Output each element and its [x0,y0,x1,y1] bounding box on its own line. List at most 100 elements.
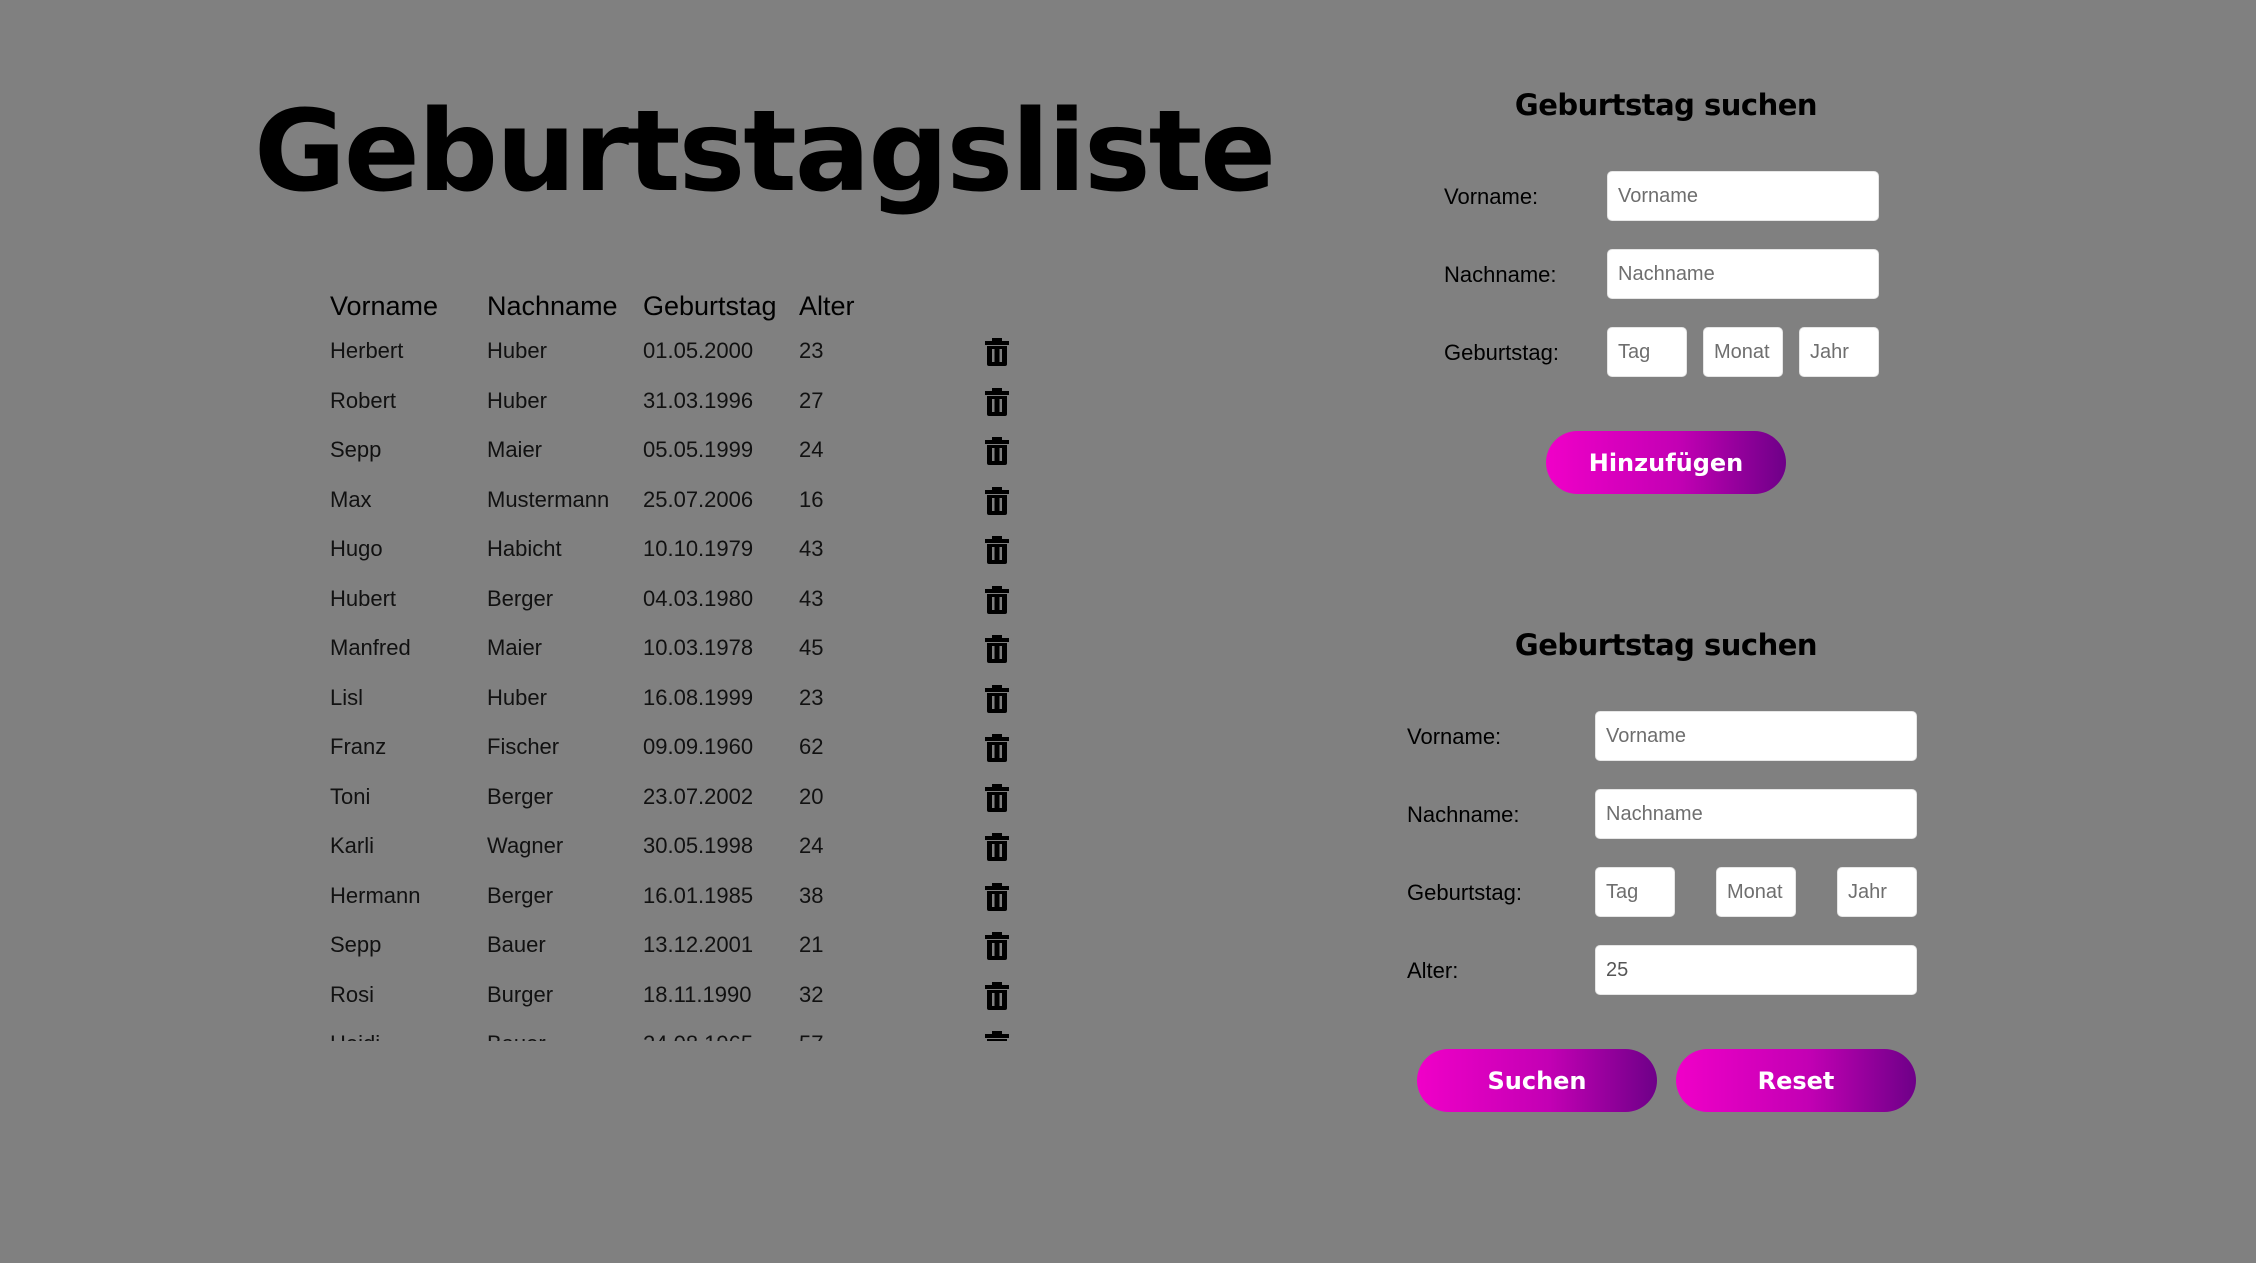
cell-nachname: Huber [487,387,547,413]
add-vorname-label: Vorname: [1444,184,1539,209]
cell-geburtstag: 18.11.1990 [643,981,752,1007]
cell-vorname: Hubert [330,585,397,611]
cell-vorname: Manfred [330,635,411,660]
search-alter-label: Alter: [1407,958,1459,983]
cell-nachname: Huber [487,338,547,363]
trash-icon[interactable] [984,437,1010,465]
trash-icon[interactable] [984,338,1010,366]
birthday-list[interactable]: Vorname Nachname Geburtstag Alter Herber… [330,286,1050,1041]
cell-nachname: Habicht [487,536,562,561]
cell-alter: 45 [799,635,824,660]
cell-alter: 23 [799,338,824,363]
trash-icon[interactable] [984,734,1010,762]
cell-nachname: Berger [487,585,554,611]
trash-icon[interactable] [984,486,1010,515]
cell-nachname: Maier [487,635,543,660]
cell-alter: 57 [799,1019,823,1041]
cell-vorname: Sepp [330,437,382,462]
cell-vorname: Karli [330,833,375,858]
cell-nachname: Mustermann [487,486,610,512]
search-form-title: Geburtstag suchen [1514,628,1818,662]
list-row: Manfred Maier 10.03.1978 45 [330,623,1050,673]
search-nachname-input[interactable] [1595,789,1917,839]
cell-vorname: Max [330,486,372,512]
cell-geburtstag: 04.03.1980 [643,585,754,611]
list-row: Karli Wagner 30.05.1998 24 [330,821,1050,871]
add-tag-input[interactable] [1607,327,1687,377]
cell-vorname: Hugo [330,536,383,561]
cell-alter: 21 [799,932,824,957]
trash-icon[interactable] [984,387,1010,416]
trash-icon[interactable] [984,981,1010,1010]
add-monat-input[interactable] [1703,327,1783,377]
search-jahr-input[interactable] [1837,867,1917,917]
list-row: Robert Huber 31.03.1996 27 [330,376,1050,426]
add-geburtstag-label: Geburtstag: [1444,340,1559,365]
trash-icon[interactable] [984,635,1010,663]
cell-geburtstag: 05.05.1999 [643,437,754,462]
cell-nachname: Fischer [487,734,560,759]
cell-nachname: Wagner [487,833,564,858]
header-alter: Alter [799,291,855,321]
search-vorname-input[interactable] [1595,711,1917,761]
cell-alter: 27 [799,387,824,413]
list-row: Sepp Maier 05.05.1999 24 [330,425,1050,475]
trash-icon[interactable] [984,1031,1010,1041]
list-body: Herbert Huber 01.05.2000 23 Robert Huber 31.03… [330,326,1050,1041]
search-tag-input[interactable] [1595,867,1675,917]
header-nachname: Nachname [487,291,618,321]
cell-nachname: Burger [487,981,554,1007]
trash-icon[interactable] [984,684,1010,713]
add-nachname-label: Nachname: [1444,262,1557,287]
reset-button[interactable]: Reset [1676,1049,1916,1112]
list-row: Toni Berger 23.07.2002 20 [330,772,1050,822]
cell-geburtstag: 09.09.1960 [643,734,754,759]
cell-geburtstag: 10.03.1978 [643,635,754,660]
header-vorname: Vorname [330,291,439,321]
cell-nachname: Bauer [487,932,546,957]
cell-alter: 23 [799,684,824,710]
page-title: Geburtstagsliste [254,87,1276,217]
trash-icon[interactable] [984,882,1010,911]
list-row: Hermann Berger 16.01.1985 38 [330,871,1050,921]
list-row: Max Mustermann 25.07.2006 16 [330,475,1050,525]
trash-icon[interactable] [984,536,1010,564]
list-row: Hubert Berger 04.03.1980 43 [330,574,1050,624]
cell-nachname: Huber [487,684,547,710]
trash-icon[interactable] [984,585,1010,614]
search-alter-input[interactable] [1595,945,1917,995]
cell-vorname: Robert [330,387,397,413]
header-geburtstag: Geburtstag [643,291,777,321]
list-row: Herbert Huber 01.05.2000 23 [330,326,1050,376]
trash-icon[interactable] [984,783,1010,812]
trash-icon[interactable] [984,932,1010,960]
cell-nachname: Berger [487,882,554,908]
search-button[interactable]: Suchen [1417,1049,1657,1112]
cell-vorname: Sepp [330,932,382,957]
trash-icon[interactable] [984,833,1010,861]
cell-vorname: Herbert [330,338,404,363]
list-row: Hugo Habicht 10.10.1979 43 [330,524,1050,574]
cell-geburtstag: 01.05.2000 [643,338,754,363]
cell-alter: 24 [799,833,824,858]
cell-nachname: Berger [487,783,554,809]
cell-geburtstag: 23.07.2002 [643,783,754,809]
search-monat-input[interactable] [1716,867,1796,917]
list-header: Vorname Nachname Geburtstag Alter [330,286,1050,326]
cell-geburtstag: 30.05.1998 [643,833,754,858]
cell-alter: 24 [799,437,824,462]
add-jahr-input[interactable] [1799,327,1879,377]
cell-alter: 16 [799,486,824,512]
cell-geburtstag: 31.03.1996 [643,387,754,413]
add-button[interactable]: Hinzufügen [1546,431,1786,494]
cell-alter: 43 [799,585,824,611]
cell-nachname: Maier [487,437,543,462]
cell-nachname: Bauer [487,1019,546,1041]
cell-alter: 62 [799,734,824,759]
cell-vorname: Heidi [330,1019,380,1041]
cell-vorname: Hermann [330,882,421,908]
add-vorname-input[interactable] [1607,171,1879,221]
add-nachname-input[interactable] [1607,249,1879,299]
list-row: Lisl Huber 16.08.1999 23 [330,673,1050,723]
list-row: Franz Fischer 09.09.1960 62 [330,722,1050,772]
